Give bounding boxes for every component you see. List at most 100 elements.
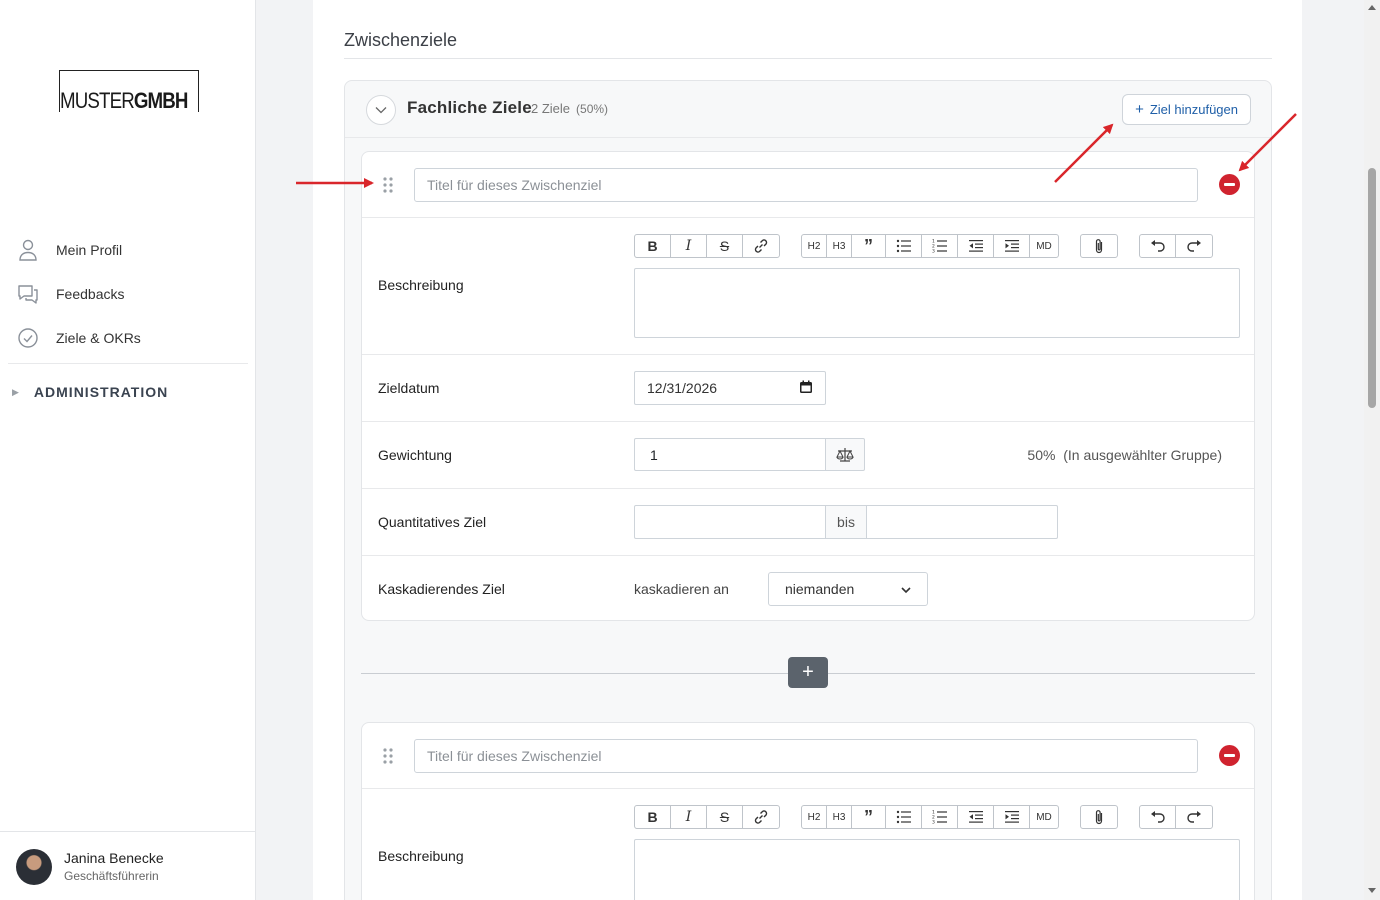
caret-right-icon: ▶ [12, 386, 20, 397]
sidebar-item-ziele-okrs[interactable]: Ziele & OKRs [16, 323, 141, 353]
chevron-down-icon [375, 101, 387, 119]
add-goal-button[interactable]: + Ziel hinzufügen [1122, 94, 1251, 125]
italic-icon[interactable]: I [671, 806, 707, 828]
svg-text:3: 3 [932, 820, 935, 825]
bold-icon[interactable]: B [635, 806, 671, 828]
quantitative-label: Quantitatives Ziel [378, 514, 487, 530]
weight-percent: 50% [1027, 447, 1056, 463]
history-group [1139, 234, 1213, 258]
admin-label: ADMINISTRATION [33, 384, 169, 400]
section-title: Zwischenziele [344, 30, 458, 50]
chat-icon [16, 282, 40, 306]
scroll-thumb[interactable] [1368, 168, 1376, 408]
goal-title-input[interactable] [414, 739, 1198, 773]
indent-icon[interactable] [994, 806, 1030, 828]
logo-text: MUSTERGMBH [60, 88, 190, 113]
redo-icon[interactable] [1176, 235, 1212, 257]
section-divider [344, 58, 1272, 59]
weight-field: 1 [634, 438, 865, 471]
description-label: Beschreibung [378, 848, 464, 864]
history-group [1139, 805, 1213, 829]
bullet-list-icon[interactable] [886, 235, 922, 257]
strikethrough-icon[interactable]: S [707, 235, 743, 257]
attachment-icon[interactable] [1081, 235, 1117, 257]
goal-header [362, 152, 1254, 218]
cascade-text: kaskadieren an [634, 581, 729, 597]
heading2-button[interactable]: H2 [802, 806, 827, 828]
weight-label: Gewichtung [378, 447, 452, 463]
plus-icon: + [1135, 101, 1144, 118]
cascade-select[interactable]: niemanden [768, 572, 928, 606]
scrollbar[interactable] [1364, 0, 1380, 900]
drag-handle-icon[interactable] [381, 176, 395, 194]
goal-card: Beschreibung B I S H2 H3 ” [361, 722, 1255, 900]
user-name: Janina Benecke [64, 850, 164, 866]
indent-icon[interactable] [994, 235, 1030, 257]
user-profile[interactable]: Janina Benecke Geschäftsführerin [0, 831, 255, 900]
outdent-icon[interactable] [958, 806, 994, 828]
quote-icon[interactable]: ” [852, 235, 886, 257]
description-editor[interactable] [634, 268, 1240, 338]
link-icon[interactable] [743, 806, 779, 828]
sidebar-item-mein-profil[interactable]: Mein Profil [16, 235, 122, 265]
description-row: Beschreibung B I S H2 H3 ” 1 2 3 MD [362, 218, 1254, 355]
quantitative-to-input[interactable] [866, 505, 1058, 539]
svg-text:3: 3 [932, 249, 935, 254]
strikethrough-icon[interactable]: S [707, 806, 743, 828]
sidebar-item-label: Feedbacks [56, 286, 125, 302]
heading3-button[interactable]: H3 [827, 806, 852, 828]
description-editor[interactable] [634, 839, 1240, 900]
avatar [16, 849, 52, 885]
bullet-list-icon[interactable] [886, 806, 922, 828]
bold-icon[interactable]: B [635, 235, 671, 257]
group-meta: 2 Ziele (50%) [531, 101, 608, 116]
goal-group: Fachliche Ziele 2 Ziele (50%) + Ziel hinz… [344, 80, 1272, 900]
date-value: 12/31/2026 [647, 380, 718, 396]
collapse-button[interactable] [366, 95, 396, 125]
logo[interactable]: MUSTERGMBH [59, 70, 199, 113]
user-role: Geschäftsführerin [64, 869, 159, 883]
cascade-label: Kaskadierendes Ziel [378, 581, 505, 597]
goal-header [362, 723, 1254, 789]
user-icon [16, 238, 40, 262]
calendar-icon[interactable] [799, 380, 813, 397]
italic-icon[interactable]: I [671, 235, 707, 257]
scale-icon [826, 438, 865, 471]
scroll-up-icon[interactable] [1368, 5, 1376, 10]
date-row: Zieldatum 12/31/2026 [362, 355, 1254, 422]
numbered-list-icon[interactable]: 123 [922, 806, 958, 828]
group-percent: (50%) [576, 102, 609, 116]
weight-input[interactable]: 1 [634, 438, 826, 471]
description-label: Beschreibung [378, 277, 464, 293]
undo-icon[interactable] [1140, 806, 1176, 828]
drag-handle-icon[interactable] [381, 747, 395, 765]
heading3-button[interactable]: H3 [827, 235, 852, 257]
quote-icon[interactable]: ” [852, 806, 886, 828]
sidebar-item-administration[interactable]: ▶ ADMINISTRATION [12, 384, 168, 400]
link-icon[interactable] [743, 235, 779, 257]
format-group: B I S [634, 234, 780, 258]
remove-goal-button[interactable] [1219, 174, 1240, 195]
heading2-button[interactable]: H2 [802, 235, 827, 257]
numbered-list-icon[interactable]: 123 [922, 235, 958, 257]
markdown-button[interactable]: MD [1030, 235, 1058, 257]
attachment-icon[interactable] [1081, 806, 1117, 828]
block-group: H2 H3 ” 123 MD [801, 234, 1059, 258]
quantitative-field: bis [634, 505, 1058, 539]
sidebar-item-label: Mein Profil [56, 242, 123, 258]
scroll-down-icon[interactable] [1368, 888, 1376, 893]
quantitative-row: Quantitatives Ziel bis [362, 489, 1254, 556]
sidebar-item-feedbacks[interactable]: Feedbacks [16, 279, 124, 309]
redo-icon[interactable] [1176, 806, 1212, 828]
outdent-icon[interactable] [958, 235, 994, 257]
editor-toolbar: B I S H2 H3 ” 123 MD [634, 234, 1213, 258]
quantitative-from-input[interactable] [634, 505, 826, 539]
goal-title-input[interactable] [414, 168, 1198, 202]
cascade-row: Kaskadierendes Ziel kaskadieren an niema… [362, 556, 1254, 622]
insert-goal-button[interactable]: + [788, 657, 828, 688]
date-input[interactable]: 12/31/2026 [634, 371, 826, 405]
markdown-button[interactable]: MD [1030, 806, 1058, 828]
weight-info-text: (In ausgewählter Gruppe) [1063, 447, 1222, 463]
remove-goal-button[interactable] [1219, 745, 1240, 766]
undo-icon[interactable] [1140, 235, 1176, 257]
